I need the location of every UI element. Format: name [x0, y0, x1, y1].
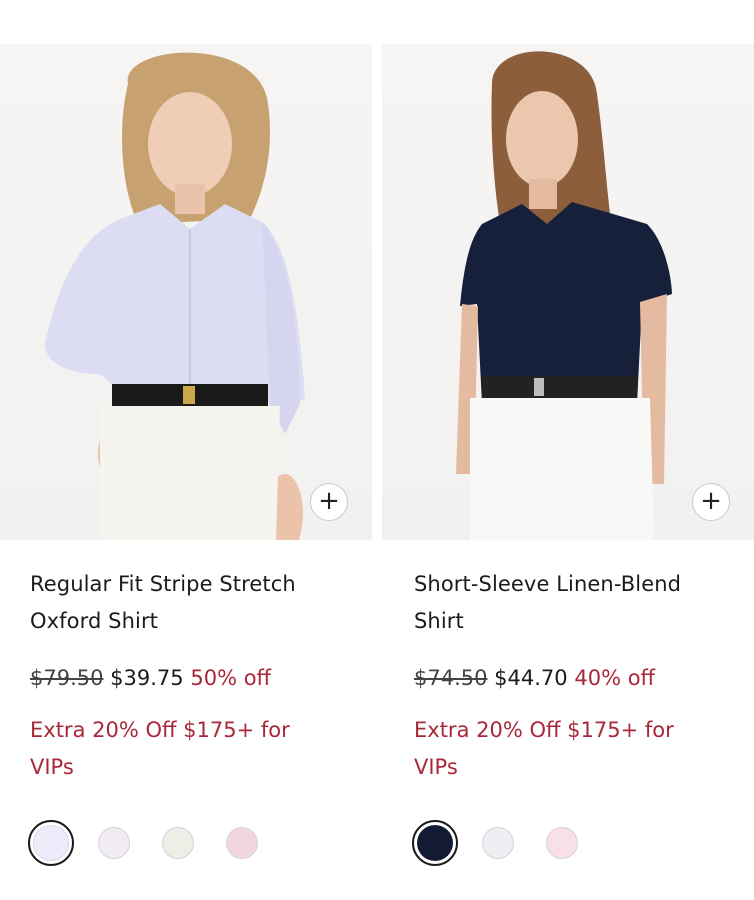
product-name[interactable]: Regular Fit Stripe Stretch Oxford Shirt	[30, 566, 350, 640]
add-to-bag-button[interactable]: +	[692, 483, 730, 521]
product-image[interactable]: +	[382, 44, 754, 540]
price-row: $79.50 $39.75 50% off	[30, 660, 271, 696]
discount-label: 50% off	[190, 666, 272, 690]
price-row: $74.50 $44.70 40% off	[414, 660, 655, 696]
plus-icon: +	[700, 486, 722, 516]
promo-text: Extra 20% Off $175+ for VIPs	[30, 718, 290, 779]
discount-label: 40% off	[574, 666, 656, 690]
plus-icon: +	[318, 486, 340, 516]
add-to-bag-button[interactable]: +	[310, 483, 348, 521]
sale-price: $39.75	[110, 666, 184, 690]
original-price: $74.50	[414, 666, 488, 690]
color-swatch[interactable]	[226, 827, 258, 859]
color-swatches	[28, 820, 290, 866]
product-image[interactable]: +	[0, 44, 372, 540]
color-swatch[interactable]	[482, 827, 514, 859]
product-card[interactable]: + Regular Fit Stripe Stretch Oxford Shir…	[0, 44, 372, 866]
promo-text: Extra 20% Off $175+ for VIPs	[414, 718, 674, 779]
product-name[interactable]: Short-Sleeve Linen-Blend Shirt	[414, 566, 734, 640]
color-swatch-selected[interactable]	[412, 820, 458, 866]
color-swatch[interactable]	[98, 827, 130, 859]
color-swatch[interactable]	[546, 827, 578, 859]
sale-price: $44.70	[494, 666, 568, 690]
product-card[interactable]: + Short-Sleeve Linen-Blend Shirt $74.50 …	[382, 44, 754, 866]
original-price: $79.50	[30, 666, 104, 690]
model-photo	[45, 52, 305, 540]
color-swatch-selected[interactable]	[28, 820, 74, 866]
model-photo	[456, 51, 672, 540]
color-swatches	[412, 820, 610, 866]
color-swatch[interactable]	[162, 827, 194, 859]
